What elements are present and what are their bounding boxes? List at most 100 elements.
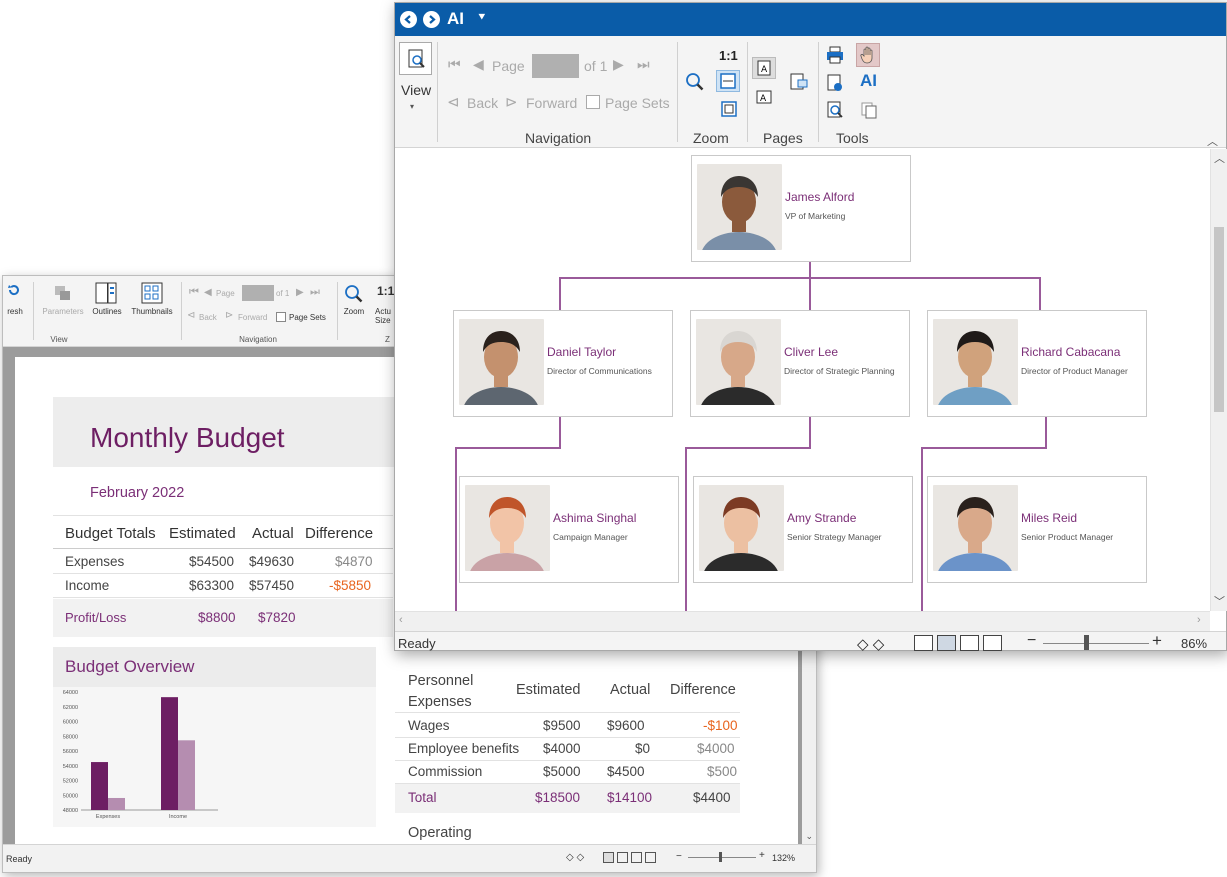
outlines-button[interactable]: Outlines xyxy=(89,307,125,316)
previous-page-icon[interactable]: ◀ xyxy=(473,56,484,73)
table-row: Commission $5000 $4500 $500 xyxy=(395,761,740,784)
single-page-icon[interactable] xyxy=(914,635,933,651)
marker-icons[interactable]: ◇ ◇ xyxy=(857,635,884,653)
next-page-icon[interactable]: ▶ xyxy=(296,288,304,298)
two-up-icon[interactable] xyxy=(937,635,956,651)
zoom-icon[interactable] xyxy=(684,71,706,93)
page-number-input[interactable] xyxy=(242,285,274,301)
front-ribbon: View ▾ ⏮ ◀ Page of 1 ▶ ⏭ ⊲ Back ⊳ Forwar… xyxy=(395,36,1226,148)
cell: Expenses xyxy=(65,554,125,569)
back-button[interactable]: Back xyxy=(467,95,498,111)
refresh-icon[interactable] xyxy=(6,282,22,298)
view-mode-buttons[interactable] xyxy=(603,852,663,864)
scrollbar-thumb[interactable] xyxy=(1214,227,1224,412)
view-icon[interactable] xyxy=(399,42,432,75)
org-card[interactable]: Amy Strande Senior Strategy Manager xyxy=(693,476,913,583)
scroll-left-icon[interactable]: ‹ xyxy=(399,614,403,626)
search-icon[interactable] xyxy=(824,99,846,121)
budget-overview-chart: 64000 62000 60000 58000 56000 54000 52000 50000… xyxy=(63,690,218,820)
back-icon: ⊲ xyxy=(447,94,460,111)
zoom-in-icon[interactable]: + xyxy=(1152,631,1162,651)
forward-icon: ⊳ xyxy=(505,94,518,111)
text-select-icon[interactable]: AI xyxy=(447,9,464,29)
table-header: Personnel Expenses Estimated Actual Diff… xyxy=(395,667,740,713)
view-mode-buttons[interactable] xyxy=(914,635,1002,651)
export-icon[interactable] xyxy=(824,72,846,94)
org-card[interactable]: Daniel Taylor Director of Communications xyxy=(453,310,673,417)
y-tick-label: 58000 xyxy=(63,734,78,740)
back-nav-icon[interactable] xyxy=(400,11,417,28)
forward-button[interactable]: Forward xyxy=(526,95,577,111)
fit-width-icon[interactable] xyxy=(716,70,740,92)
back-icon: ⊲ xyxy=(187,310,196,321)
zoom-slider[interactable] xyxy=(1043,643,1149,644)
zoom-slider-thumb[interactable] xyxy=(1084,635,1089,650)
zoom-out-icon[interactable]: − xyxy=(676,851,682,862)
first-page-icon[interactable]: ⏮ xyxy=(448,56,461,73)
view-button[interactable]: View xyxy=(401,82,431,98)
refresh-button[interactable]: resh xyxy=(3,307,27,316)
page-setup-icon[interactable] xyxy=(788,71,810,93)
vertical-scrollbar[interactable]: ︿ ﹀ xyxy=(1210,149,1227,611)
org-card[interactable]: Richard Cabacana Director of Product Man… xyxy=(927,310,1147,417)
multi-page-icon[interactable] xyxy=(983,635,1002,651)
first-page-icon[interactable]: ⏮ xyxy=(189,287,199,298)
horizontal-scrollbar[interactable]: ‹ › xyxy=(395,611,1210,631)
table-row: Employee benefits $4000 $0 $4000 xyxy=(395,738,740,761)
fit-page-icon[interactable] xyxy=(718,98,740,120)
outlines-icon[interactable] xyxy=(94,281,118,305)
multi-page-icon[interactable] xyxy=(645,852,656,863)
scroll-down-icon[interactable]: ⌄ xyxy=(805,831,813,842)
zoom-slider[interactable] xyxy=(688,857,756,858)
chart-bar xyxy=(161,697,178,810)
facing-icon[interactable] xyxy=(960,635,979,651)
last-page-icon[interactable]: ⏭ xyxy=(310,287,320,298)
scroll-right-icon[interactable]: › xyxy=(1197,614,1201,626)
connector-line xyxy=(1039,277,1041,311)
facing-icon[interactable] xyxy=(631,852,642,863)
actual-size-button[interactable]: 1:1 xyxy=(719,48,738,63)
hand-tool-icon[interactable] xyxy=(856,43,880,67)
employee-name: Miles Reid xyxy=(1021,511,1078,525)
two-up-icon[interactable] xyxy=(617,852,628,863)
org-chart-viewport[interactable]: James Alford VP of Marketing Daniel Tayl… xyxy=(395,149,1210,611)
scroll-down-icon[interactable]: ﹀ xyxy=(1214,593,1225,609)
zoom-button[interactable]: Zoom xyxy=(341,307,367,316)
zoom-in-icon[interactable]: + xyxy=(759,850,765,861)
zoom-level: 86% xyxy=(1181,636,1208,651)
last-page-icon[interactable]: ⏭ xyxy=(637,56,650,73)
single-page-view-icon[interactable]: A xyxy=(752,57,776,79)
print-icon[interactable] xyxy=(824,44,846,66)
page-number-input[interactable] xyxy=(532,54,579,78)
navigation-group-label: Navigation xyxy=(525,130,592,146)
chart-bar xyxy=(108,797,125,810)
parameters-button[interactable]: Parameters xyxy=(39,307,87,316)
previous-page-icon[interactable]: ◀ xyxy=(204,288,212,298)
multi-page-view-icon[interactable]: A xyxy=(754,87,774,107)
thumbnails-button[interactable]: Thumbnails xyxy=(127,307,177,316)
forward-nav-icon[interactable] xyxy=(423,11,440,28)
back-button[interactable]: Back xyxy=(199,313,217,322)
view-dropdown-icon[interactable]: ▾ xyxy=(410,102,414,111)
marker-icons[interactable]: ◇ ◇ xyxy=(566,852,584,863)
forward-button[interactable]: Forward xyxy=(238,313,267,322)
thumbnails-icon[interactable] xyxy=(140,281,164,305)
zoom-out-icon[interactable]: − xyxy=(1027,632,1036,650)
page-sets-checkbox[interactable] xyxy=(276,312,286,322)
org-card[interactable]: Cliver Lee Director of Strategic Plannin… xyxy=(690,310,910,417)
org-card[interactable]: Miles Reid Senior Product Manager xyxy=(927,476,1147,583)
single-page-icon[interactable] xyxy=(603,852,614,863)
quick-access-dropdown-icon[interactable]: ⯆ xyxy=(477,10,487,25)
page-sets-checkbox[interactable] xyxy=(586,95,600,109)
scroll-up-icon[interactable]: ︿ xyxy=(1214,150,1225,166)
zoom-icon[interactable] xyxy=(343,283,365,305)
y-tick-label: 54000 xyxy=(63,764,78,770)
cell: Wages xyxy=(408,718,450,733)
zoom-slider-thumb[interactable] xyxy=(719,852,722,862)
next-page-icon[interactable]: ▶ xyxy=(613,56,624,73)
collapse-ribbon-icon[interactable]: ︿ xyxy=(1207,133,1218,149)
select-text-icon[interactable]: AI xyxy=(860,71,877,91)
org-card[interactable]: Ashima Singhal Campaign Manager xyxy=(459,476,679,583)
org-card[interactable]: James Alford VP of Marketing xyxy=(691,155,911,262)
copy-icon[interactable] xyxy=(858,99,880,121)
